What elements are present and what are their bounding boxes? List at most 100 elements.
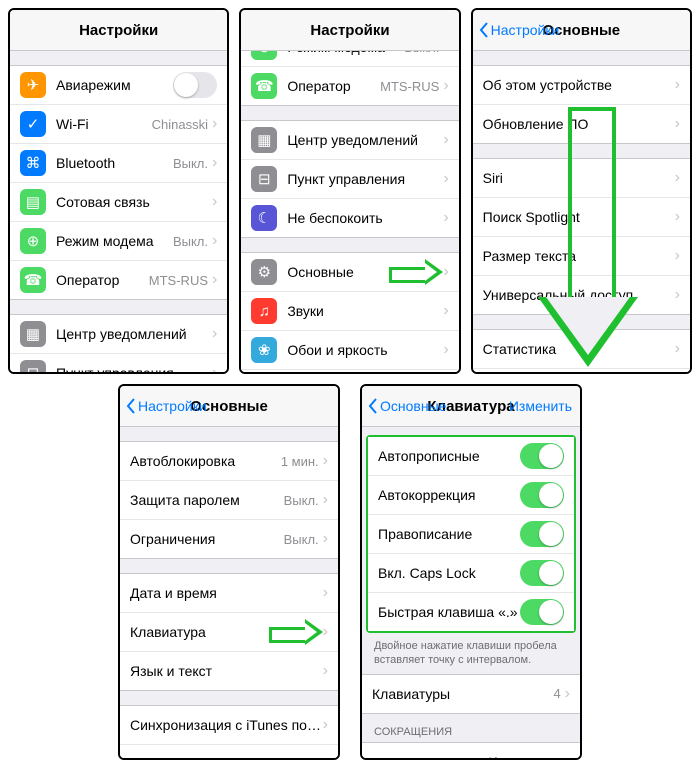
settings-row[interactable]: ⚙Основные›: [241, 253, 458, 292]
toggle-switch[interactable]: [520, 482, 564, 508]
settings-row[interactable]: Статистика›: [473, 330, 690, 369]
row-value: Выкл.: [284, 532, 319, 547]
chevron-right-icon: ›: [323, 452, 328, 470]
settings-row[interactable]: VPNНе подключено›: [120, 745, 338, 758]
airplane-icon: ✈: [20, 72, 46, 98]
settings-row[interactable]: Размер текста›: [473, 237, 690, 276]
back-button[interactable]: Настройки: [479, 22, 560, 38]
chevron-right-icon: ›: [565, 753, 570, 758]
row-value: 1 мин.: [281, 454, 319, 469]
header: Настройки: [241, 10, 458, 51]
back-button[interactable]: Настройки: [126, 398, 207, 414]
settings-row[interactable]: Клавиатуры4›: [362, 675, 580, 713]
row-label: Универсальный доступ: [483, 287, 675, 303]
settings-row[interactable]: ✈ Авиарежим: [10, 66, 227, 105]
chevron-right-icon: ›: [675, 340, 680, 358]
row-value: Выкл.: [173, 234, 208, 249]
chevron-right-icon: ›: [323, 623, 328, 641]
wifi-icon: ✓: [20, 111, 46, 137]
toggle-switch[interactable]: [520, 521, 564, 547]
chevron-right-icon: ›: [323, 662, 328, 680]
row-value: Не подключено: [226, 757, 319, 759]
row-value: MTS-RUS: [149, 273, 208, 288]
chevron-right-icon: ›: [323, 584, 328, 602]
settings-row[interactable]: ☎ОператорMTS-RUS›: [10, 261, 227, 299]
settings-row[interactable]: Клавиатура ›: [120, 613, 338, 652]
settings-row[interactable]: ▦Центр уведомлений›: [241, 121, 458, 160]
row-label: Авиарежим: [56, 77, 173, 93]
settings-row[interactable]: ✋Приватность›: [241, 370, 458, 372]
settings-row[interactable]: ♫Звуки›: [241, 292, 458, 331]
hotspot-icon: ⊕: [20, 228, 46, 254]
caption: Двойное нажатие клавиши пробела вставляе…: [362, 633, 580, 674]
settings-row[interactable]: Язык и текст›: [120, 652, 338, 690]
carrier-icon: ☎: [20, 267, 46, 293]
screen-keyboard: Основные Клавиатура Изменить Автопрописн…: [360, 384, 582, 760]
chevron-right-icon: ›: [212, 364, 217, 372]
settings-row[interactable]: ⊕Режим модемаВыкл.›: [10, 222, 227, 261]
row-label: Режим модема: [287, 51, 404, 55]
control-icon: ⊟: [251, 166, 277, 192]
chevron-right-icon: ›: [675, 169, 680, 187]
chevron-right-icon: ›: [323, 755, 328, 758]
settings-row[interactable]: ОграниченияВыкл.›: [120, 520, 338, 558]
settings-row[interactable]: ⊟Пункт управления›: [241, 160, 458, 199]
edit-button[interactable]: Изменить: [509, 398, 572, 414]
toggle-switch[interactable]: [520, 443, 564, 469]
row-label: Обои и яркость: [287, 342, 443, 358]
settings-row[interactable]: Об этом устройстве›: [473, 66, 690, 105]
settings-row[interactable]: Универсальный доступ›: [473, 276, 690, 314]
settings-row[interactable]: ⊕Режим модемаВыкл.›: [241, 51, 458, 67]
toggle-switch[interactable]: [520, 560, 564, 586]
settings-row[interactable]: итдИ так далее›: [362, 743, 580, 758]
chevron-right-icon: ›: [443, 341, 448, 359]
settings-row[interactable]: Защита паролемВыкл.›: [120, 481, 338, 520]
chevron-right-icon: ›: [675, 286, 680, 304]
chevron-right-icon: ›: [443, 131, 448, 149]
page-title: Настройки: [79, 22, 158, 39]
settings-row[interactable]: ▤Сотовая связь›: [10, 183, 227, 222]
cell-icon: ▤: [20, 189, 46, 215]
row-label: Быстрая клавиша «.»: [378, 604, 520, 620]
settings-row[interactable]: Автопрописные: [368, 437, 574, 476]
settings-row[interactable]: Быстрая клавиша «.»: [368, 593, 574, 631]
settings-row[interactable]: ☎ОператорMTS-RUS›: [241, 67, 458, 105]
sounds-icon: ♫: [251, 298, 277, 324]
settings-row[interactable]: ⊟Пункт управления›: [10, 354, 227, 372]
settings-row[interactable]: ☾Не беспокоить›: [241, 199, 458, 237]
settings-row[interactable]: Поиск Spotlight›: [473, 198, 690, 237]
header: Настройки: [10, 10, 227, 51]
notif-icon: ▦: [20, 321, 46, 347]
toggle-switch[interactable]: [520, 599, 564, 625]
settings-row[interactable]: Автоблокировка1 мин.›: [120, 442, 338, 481]
settings-row[interactable]: Дата и время›: [120, 574, 338, 613]
settings-row[interactable]: ✓Wi-FiChinasski›: [10, 105, 227, 144]
settings-row[interactable]: ⌘BluetoothВыкл.›: [10, 144, 227, 183]
settings-row[interactable]: Правописание: [368, 515, 574, 554]
row-label: итд: [372, 754, 489, 758]
row-value: Выкл.: [173, 156, 208, 171]
arrow-right-icon: [269, 621, 323, 643]
dnd-icon: ☾: [251, 205, 277, 231]
general-icon: ⚙: [251, 259, 277, 285]
bt-icon: ⌘: [20, 150, 46, 176]
toggle-switch[interactable]: [173, 72, 217, 98]
chevron-right-icon: ›: [212, 232, 217, 250]
settings-row[interactable]: Siri›: [473, 159, 690, 198]
settings-row[interactable]: Автокоррекция: [368, 476, 574, 515]
screen-settings-main: Настройки ✈ Авиарежим ✓Wi-FiChinasski›⌘Blu…: [8, 8, 229, 374]
chevron-right-icon: ›: [443, 302, 448, 320]
settings-row[interactable]: ❀Обои и яркость›: [241, 331, 458, 370]
settings-row[interactable]: Синхронизация с iTunes по Wi-Fi›: [120, 706, 338, 745]
row-label: Клавиатура: [130, 624, 269, 640]
row-label: Ограничения: [130, 531, 284, 547]
row-label: Автокоррекция: [378, 487, 520, 503]
chevron-right-icon: ›: [443, 51, 448, 56]
settings-row[interactable]: Вкл. Caps Lock: [368, 554, 574, 593]
back-button[interactable]: Основные: [368, 398, 446, 414]
row-label: Защита паролем: [130, 492, 284, 508]
settings-row[interactable]: Обновление ПО›: [473, 105, 690, 143]
row-label: Об этом устройстве: [483, 77, 675, 93]
settings-row[interactable]: Обновление контента›: [473, 369, 690, 372]
settings-row[interactable]: ▦Центр уведомлений›: [10, 315, 227, 354]
